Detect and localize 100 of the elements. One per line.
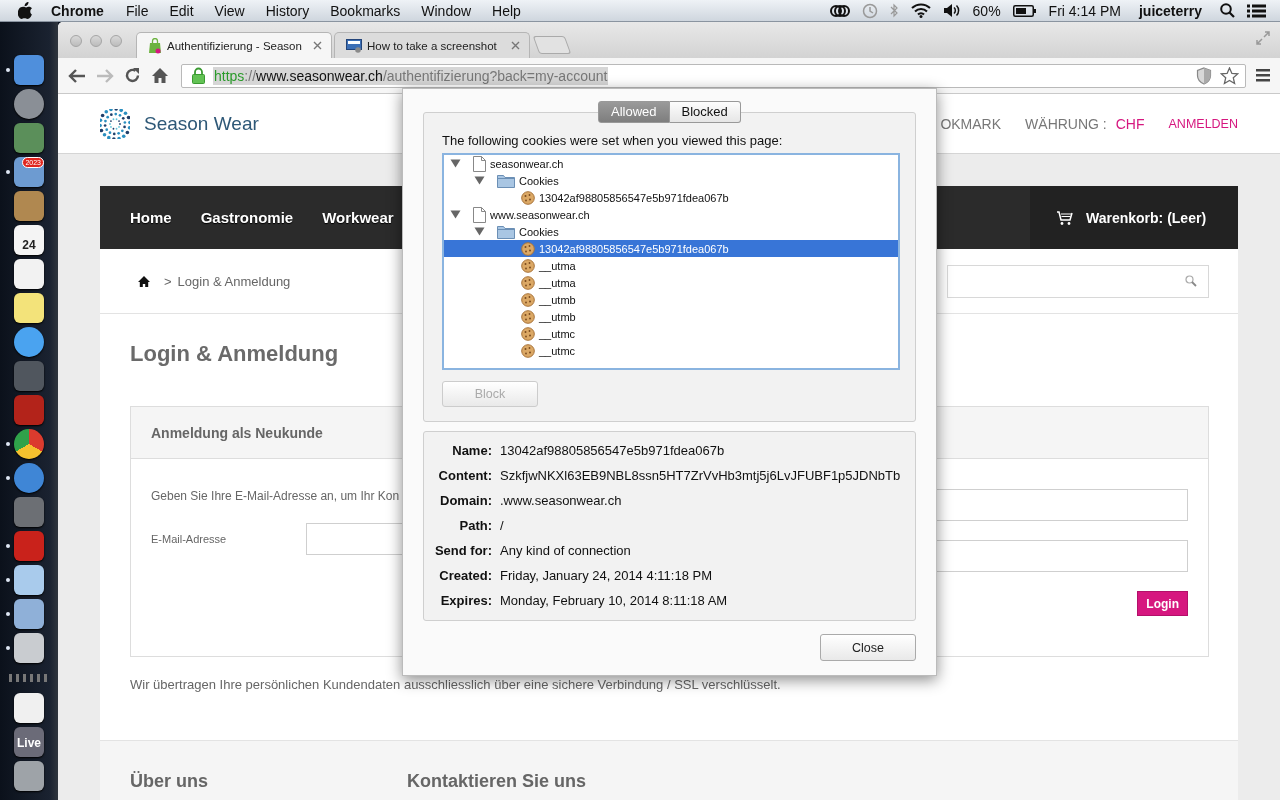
tree-row[interactable]: www.seasonwear.ch (444, 206, 898, 223)
shield-icon[interactable] (1196, 66, 1212, 85)
menu-item[interactable]: Edit (169, 2, 194, 19)
menu-app-name[interactable]: Chrome (51, 2, 104, 19)
app-icon[interactable] (14, 693, 44, 723)
segment-tab[interactable]: Blocked (669, 101, 741, 123)
header-link[interactable]: ANMELDEN (1168, 116, 1238, 131)
address-field[interactable]: https://www.seasonwear.ch/authentifizierung?back=my-account (181, 63, 1246, 88)
menu-item[interactable]: Help (492, 2, 521, 19)
tree-row[interactable]: __utmb (444, 291, 898, 308)
home-icon[interactable] (151, 67, 169, 84)
detail-value: .www.seasonwear.ch (500, 493, 622, 508)
app-icon[interactable] (14, 761, 44, 791)
tree-item-label: Cookies (519, 225, 559, 238)
site-logo-text[interactable]: Season Wear (144, 112, 259, 135)
app-icon[interactable] (14, 565, 44, 595)
tree-row[interactable]: __utmc (444, 325, 898, 342)
cart-link[interactable]: Warenkorb: (Leer) (1086, 209, 1207, 226)
header-link[interactable]: OKMARK (940, 115, 1002, 132)
tab-title: How to take a screenshot (367, 39, 498, 52)
header-link[interactable]: CHF (1115, 115, 1145, 132)
login-button[interactable]: Login (1137, 591, 1188, 616)
tree-row[interactable]: seasonwear.ch (444, 155, 898, 172)
disclosure-triangle-icon[interactable] (474, 227, 485, 236)
apple-icon[interactable] (18, 2, 33, 19)
app-icon[interactable] (14, 89, 44, 119)
cart-icon[interactable] (1056, 209, 1074, 226)
app-icon[interactable] (14, 259, 44, 289)
cloud-rings-icon[interactable] (829, 3, 850, 18)
detail-label: Created: (438, 568, 492, 583)
tree-item-label: seasonwear.ch (490, 157, 564, 170)
menu-icon[interactable] (1256, 69, 1270, 82)
disclosure-triangle-icon[interactable] (450, 159, 461, 168)
menu-item[interactable]: Bookmarks (330, 2, 401, 19)
close-icon[interactable] (511, 41, 520, 50)
app-icon[interactable] (14, 327, 44, 357)
lock-icon (192, 67, 205, 84)
url-text: https://www.seasonwear.ch/authentifizierung?back=my-account (213, 66, 609, 85)
app-icon[interactable] (14, 429, 44, 459)
dialog-intro-text: The following cookies were set when you viewed this page: (442, 133, 784, 148)
tree-item-label: www.seasonwear.ch (490, 208, 590, 221)
wifi-icon[interactable] (910, 3, 931, 18)
search-field[interactable] (947, 264, 1209, 298)
email-label: E-Mail-Adresse (151, 533, 228, 545)
back-icon[interactable] (68, 67, 86, 84)
app-icon[interactable] (14, 633, 44, 663)
nav-link[interactable]: Home (130, 209, 172, 226)
detail-value: SzkfjwNKXl63EB9NBL8ssn5HT7ZrVvHb3mtj5j6LvJFUBF1p5JDNbTb (500, 468, 901, 483)
disclosure-triangle-icon[interactable] (450, 210, 461, 219)
reload-icon[interactable] (124, 67, 141, 84)
close-icon[interactable] (313, 41, 322, 50)
menu-item[interactable]: Window (421, 2, 472, 19)
search-icon[interactable] (1220, 3, 1235, 18)
nav-link[interactable]: Workwear (322, 209, 394, 226)
tree-item-label: __utma (539, 259, 576, 272)
browser-tab[interactable]: How to take a screenshot (334, 32, 530, 58)
tree-row[interactable]: 13042af98805856547e5b971fdea067b (444, 240, 898, 257)
tree-item-label: 13042af98805856547e5b971fdea067b (539, 191, 729, 204)
detail-value: Monday, February 10, 2014 8:11:18 AM (500, 593, 728, 608)
menu-item[interactable]: History (265, 2, 310, 19)
app-icon[interactable]: 24 (14, 225, 44, 255)
detail-value: Any kind of connection (500, 543, 631, 558)
star-icon[interactable] (1220, 66, 1239, 85)
tree-item-label: __utmb (539, 310, 576, 323)
tree-row[interactable]: __utma (444, 274, 898, 291)
cookie-icon (521, 275, 535, 290)
tree-row[interactable]: __utmb (444, 308, 898, 325)
battery-icon[interactable] (1012, 4, 1037, 17)
speaker-icon[interactable] (942, 3, 961, 18)
detail-value: 13042af98805856547e5b971fdea067b (500, 443, 725, 458)
tree-item-label: __utmc (539, 344, 576, 357)
tree-item-label: 13042af98805856547e5b971fdea067b (539, 242, 729, 255)
detail-label: Domain: (439, 493, 492, 508)
app-icon[interactable] (14, 293, 44, 323)
tree-row[interactable]: Cookies (444, 172, 898, 189)
browser-tab[interactable]: Authentifizierung - Season (136, 32, 332, 58)
tree-row[interactable]: 13042af98805856547e5b971fdea067b (444, 189, 898, 206)
tree-row[interactable]: __utma (444, 257, 898, 274)
shopping-bag-icon (148, 37, 162, 54)
menu-item[interactable]: File (125, 2, 149, 19)
user-name[interactable]: juiceterry (1138, 2, 1202, 19)
tree-row[interactable]: Cookies (444, 223, 898, 240)
folder-icon (497, 173, 515, 188)
menu-item[interactable]: View (214, 2, 245, 19)
footer-heading: Kontaktieren Sie uns (407, 771, 588, 793)
tree-row[interactable]: __utmc (444, 342, 898, 359)
cookie-icon (521, 190, 535, 205)
disclosure-triangle-icon[interactable] (474, 176, 485, 185)
panel-intro-text: Geben Sie Ihre E-Mail-Adresse an, um Ihr Kon (151, 489, 400, 503)
list-icon[interactable] (1247, 3, 1266, 18)
home-icon[interactable] (138, 275, 150, 287)
app-icon[interactable] (14, 599, 44, 629)
dotted-circle-logo-icon[interactable] (100, 108, 130, 139)
footer-heading: Über uns (130, 771, 209, 793)
close-button[interactable]: Close (820, 634, 916, 661)
nav-link[interactable]: Gastronomie (200, 209, 294, 226)
menubar-clock[interactable]: Fri 4:14 PM (1048, 2, 1121, 19)
app-icon[interactable]: Live (14, 727, 44, 757)
tree-item-label: __utmc (539, 327, 576, 340)
battery-percentage[interactable]: 60% (972, 2, 1001, 19)
